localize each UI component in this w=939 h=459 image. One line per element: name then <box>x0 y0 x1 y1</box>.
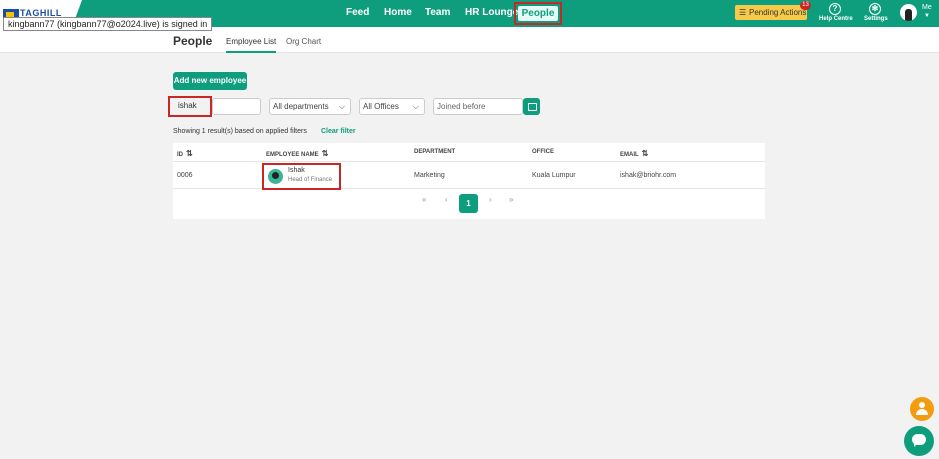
office-select[interactable]: All Offices ⌵ <box>359 98 425 115</box>
chevron-down-icon[interactable]: ▼ <box>924 13 930 19</box>
prev-page-button[interactable]: ‹ <box>445 195 448 204</box>
next-page-button[interactable]: › <box>489 195 492 204</box>
cell-department: Marketing <box>414 172 445 179</box>
column-header-email-label: EMAIL <box>620 152 639 158</box>
add-employee-button[interactable]: Add new employee <box>173 72 247 90</box>
help-icon[interactable]: ? <box>829 3 841 15</box>
sort-icon[interactable]: ⇅ <box>322 149 329 158</box>
help-centre-label[interactable]: Help Centre <box>819 16 853 22</box>
page-title: People <box>173 34 213 48</box>
user-support-icon[interactable] <box>910 397 934 421</box>
results-summary: Showing 1 result(s) based on applied fil… <box>173 128 307 135</box>
chevron-down-icon: ⌵ <box>412 102 419 111</box>
column-header-id-label: ID <box>177 152 183 158</box>
column-header-department: DEPARTMENT <box>414 149 456 155</box>
employee-role: Head of Finance <box>288 177 333 183</box>
clear-filter-link[interactable]: Clear filter <box>321 128 356 135</box>
department-select-value: All departments <box>273 102 329 111</box>
joined-before-date-field[interactable]: Joined before <box>433 98 523 115</box>
nav-item-hr-lounge[interactable]: HR Lounge <box>465 7 518 18</box>
cell-id: 0006 <box>177 172 193 179</box>
list-icon: ☰ <box>739 8 747 17</box>
pending-actions-label: Pending Actions <box>749 8 807 17</box>
tab-org-chart[interactable]: Org Chart <box>286 37 321 46</box>
gear-icon[interactable]: ✻ <box>869 3 881 15</box>
last-page-button[interactable]: » <box>509 195 513 204</box>
cell-email: ishak@briohr.com <box>620 172 677 179</box>
calendar-icon[interactable] <box>523 98 540 115</box>
column-header-name-label: EMPLOYEE NAME <box>266 152 319 158</box>
nav-item-home[interactable]: Home <box>384 7 412 18</box>
office-select-value: All Offices <box>363 102 399 111</box>
column-header-id[interactable]: ID ⇅ <box>177 149 193 158</box>
tab-employee-list[interactable]: Employee List <box>226 37 277 53</box>
employee-table: ID ⇅ EMPLOYEE NAME ⇅ DEPARTMENT OFFICE EMA… <box>173 143 765 219</box>
joined-before-placeholder: Joined before <box>437 102 486 111</box>
column-header-name[interactable]: EMPLOYEE NAME ⇅ <box>266 149 328 158</box>
cell-office: Kuala Lumpur <box>532 172 576 179</box>
signed-in-tooltip: kingbann77 (kingbann77@o2024.live) is si… <box>3 17 213 31</box>
search-input-extension[interactable] <box>212 98 261 115</box>
nav-item-feed[interactable]: Feed <box>346 7 369 18</box>
table-row[interactable]: 0006 Ishak Head of Finance Marketing Kua… <box>173 161 765 190</box>
employee-name[interactable]: Ishak <box>288 167 305 174</box>
sort-icon[interactable]: ⇅ <box>642 149 649 158</box>
chat-icon[interactable] <box>904 426 934 456</box>
me-label[interactable]: Me <box>922 4 932 11</box>
page-1-button[interactable]: 1 <box>459 194 478 213</box>
nav-item-people[interactable]: People <box>514 2 562 25</box>
pending-actions-button[interactable]: ☰ Pending Actions <box>735 5 807 20</box>
pending-count-badge: 13 <box>800 1 811 10</box>
avatar <box>268 169 283 184</box>
department-select[interactable]: All departments ⌵ <box>269 98 351 115</box>
settings-label[interactable]: Settings <box>864 16 888 22</box>
nav-item-people-label: People <box>518 6 558 21</box>
search-input[interactable]: ishak <box>168 96 212 117</box>
search-input-value: ishak <box>178 101 197 110</box>
employee-name-cell[interactable]: Ishak Head of Finance <box>262 163 341 190</box>
nav-item-team[interactable]: Team <box>425 7 450 18</box>
sort-icon[interactable]: ⇅ <box>186 149 193 158</box>
column-header-office: OFFICE <box>532 149 554 155</box>
first-page-button[interactable]: « <box>422 195 426 204</box>
user-avatar[interactable] <box>900 4 917 21</box>
column-header-email[interactable]: EMAIL ⇅ <box>620 149 648 158</box>
chevron-down-icon: ⌵ <box>338 102 345 111</box>
